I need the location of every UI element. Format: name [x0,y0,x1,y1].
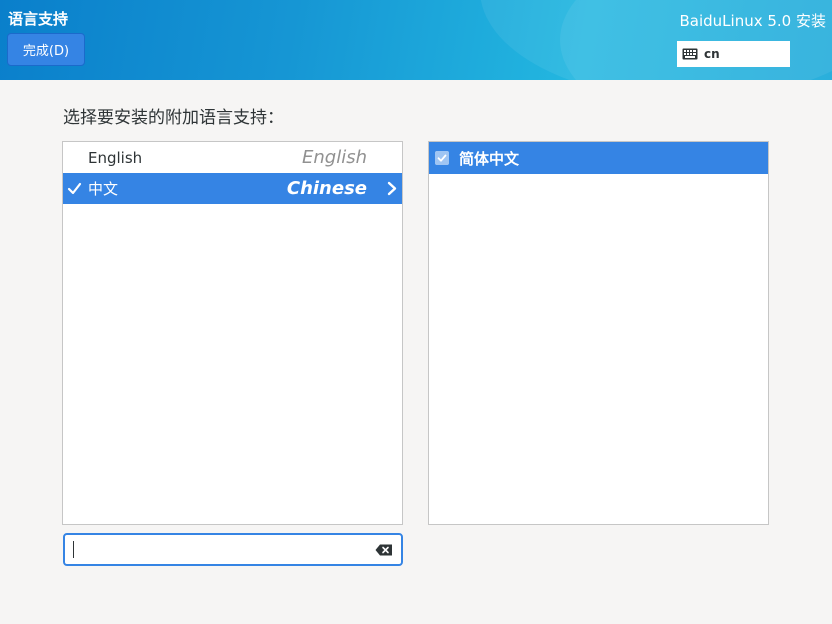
keyboard-icon [682,48,698,60]
language-support-prompt: 选择要安装的附加语言支持： [63,108,284,128]
locale-list[interactable]: 简体中文 [428,141,769,525]
text-cursor [73,541,74,558]
page-title: 语言支持 [8,10,69,28]
language-row-chinese[interactable]: 中文 Chinese [63,173,402,204]
keyboard-layout-label: cn [704,47,720,61]
locale-label: 简体中文 [459,149,520,168]
search-input[interactable] [71,538,375,563]
language-search-field[interactable] [63,533,403,566]
keyboard-layout-indicator[interactable]: cn [677,41,790,67]
product-title: BaiduLinux 5.0 安装 [679,12,827,30]
done-button[interactable]: 完成(D) [7,33,85,66]
language-english-name: English [302,147,367,168]
locale-row-simplified-chinese[interactable]: 简体中文 [429,142,768,174]
language-english-name: Chinese [286,178,367,199]
language-native-name: English [88,148,143,167]
clear-backspace-icon[interactable] [375,544,393,556]
language-row-english[interactable]: English English [63,142,402,173]
language-list[interactable]: English English 中文 Chinese [62,141,403,525]
header-bar: 语言支持 完成(D) BaiduLinux 5.0 安装 cn [0,0,832,80]
checkbox-checked-icon[interactable] [435,151,449,165]
chevron-right-icon [387,181,397,196]
checkmark-icon [67,182,82,195]
language-native-name: 中文 [88,180,119,198]
